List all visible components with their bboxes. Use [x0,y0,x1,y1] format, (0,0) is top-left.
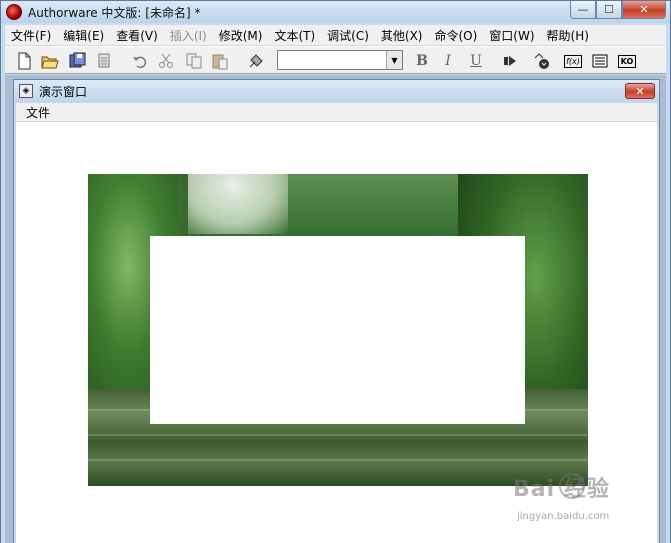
image-sky-region [178,174,288,234]
dropdown-arrow-icon[interactable]: ▼ [386,51,402,69]
variables-icon[interactable] [591,52,609,70]
presentation-menu-file[interactable]: 文件 [16,104,60,121]
new-file-icon[interactable] [15,52,33,70]
copy-icon[interactable] [185,52,203,70]
menu-help[interactable]: 帮助(H) [541,27,595,44]
presentation-window-icon: ◈ [19,84,33,98]
water-ripple [88,434,588,436]
toolbar: ▼ B I U f(x) KO [5,46,666,74]
menu-debug[interactable]: 调试(C) [321,27,375,44]
underline-label: U [470,53,482,69]
functions-button[interactable]: f(x) [563,52,583,70]
undo-icon[interactable] [131,52,149,70]
paste-icon[interactable] [211,52,229,70]
title-bar[interactable]: Authorware 中文版: [未命名] * — ☐ ✕ [1,1,670,23]
control-panel-icon[interactable] [533,52,551,70]
cut-icon[interactable] [157,52,175,70]
close-button[interactable]: ✕ [622,1,666,19]
run-icon[interactable] [501,52,519,70]
menu-text[interactable]: 文本(T) [268,27,321,44]
ko-label: KO [617,54,637,68]
italic-button[interactable]: I [439,52,457,70]
window-controls: — ☐ ✕ [570,1,666,19]
bamboo-river-image [88,174,588,486]
presentation-window-title: 演示窗口 [39,84,88,99]
underline-button[interactable]: U [467,52,485,70]
knowledge-objects-button[interactable]: KO [617,52,637,70]
presentation-title-bar[interactable]: ◈ 演示窗口 ✕ [14,80,659,102]
white-rectangle-overlay[interactable] [150,236,525,424]
watermark-brand: Bai 经验 [513,477,610,502]
baidu-watermark: Bai 经验 jingyan.baidu.com [513,471,643,529]
maximize-button[interactable]: ☐ [596,1,622,19]
functions-label: f(x) [564,54,582,68]
menu-other[interactable]: 其他(X) [375,27,429,44]
menu-file[interactable]: 文件(F) [5,27,57,44]
bold-button[interactable]: B [413,52,431,70]
water-ripple [88,459,588,461]
authorware-logo-icon [6,4,22,20]
menu-bar: 文件(F) 编辑(E) 查看(V) 插入(I) 修改(M) 文本(T) 调试(C… [5,25,666,45]
open-folder-icon[interactable] [41,52,59,70]
save-all-icon[interactable] [69,52,87,70]
presentation-menu-bar: 文件 [16,103,657,121]
authorware-window: Authorware 中文版: [未命名] * — ☐ ✕ 文件(F) 编辑(E… [0,0,671,543]
find-icon[interactable] [247,52,265,70]
minimize-button[interactable]: — [570,1,596,19]
menu-view[interactable]: 查看(V) [110,27,164,44]
bold-label: B [416,53,428,69]
import-icon[interactable] [95,52,113,70]
italic-label: I [445,53,451,69]
menu-edit[interactable]: 编辑(E) [57,27,110,44]
menu-modify[interactable]: 修改(M) [213,27,269,44]
watermark-url: jingyan.baidu.com [517,511,610,522]
presentation-close-button[interactable]: ✕ [625,83,655,99]
menu-window[interactable]: 窗口(W) [483,27,540,44]
window-title: Authorware 中文版: [未命名] * [28,5,201,20]
text-style-combo[interactable]: ▼ [277,50,403,70]
menu-command[interactable]: 命令(O) [428,27,483,44]
menu-insert[interactable]: 插入(I) [164,27,213,44]
